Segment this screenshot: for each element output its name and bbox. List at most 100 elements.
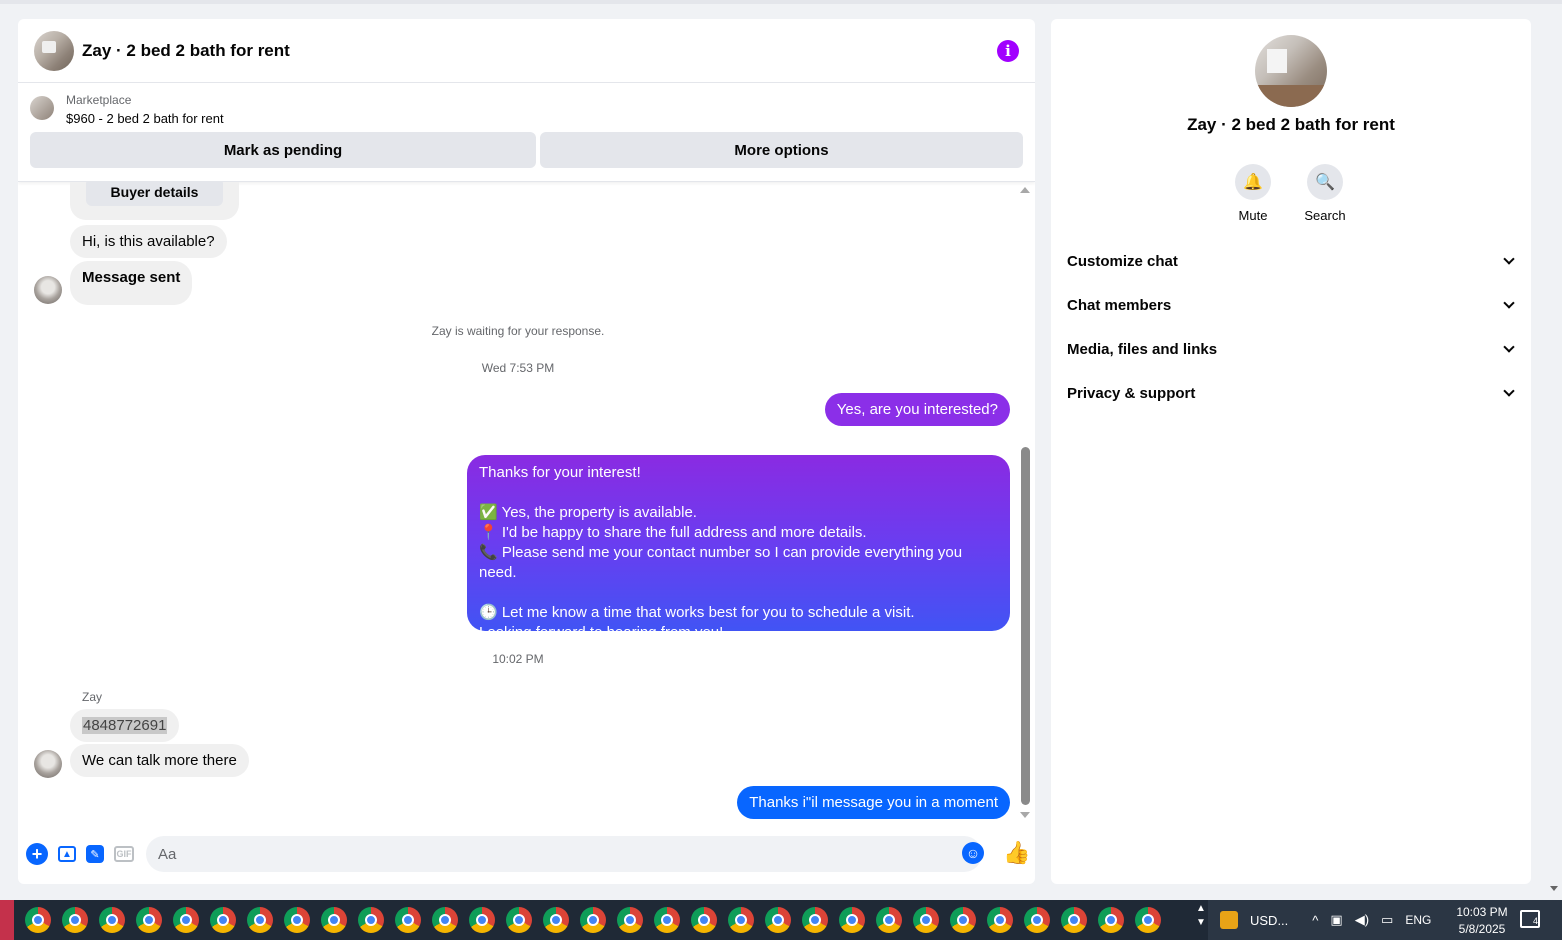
waiting-note: Zay is waiting for your response. [431,324,605,338]
browser-taskbar-icon[interactable] [1135,907,1161,933]
sender-name: Zay [82,690,103,704]
network-icon[interactable]: ▣ [1330,912,1342,928]
browser-taskbar-icon[interactable] [876,907,902,933]
notification-icon[interactable]: 4 [1520,910,1540,928]
chat-avatar[interactable] [34,30,74,71]
info-icon[interactable]: i [997,39,1019,62]
thumbs-up-icon[interactable]: 👍 [1003,840,1030,866]
browser-taskbar-icon[interactable] [765,907,791,933]
message-list[interactable]: Buyer details Hi, is this available? Mes… [18,182,1035,822]
mute-action[interactable]: 🔔 Mute [1223,164,1283,223]
listing-name[interactable]: $960 - 2 bed 2 bath for rent [66,111,224,126]
browser-taskbar-icon[interactable] [99,907,125,933]
taskbar-scroll-icon[interactable]: ▲ ▼ [1196,902,1206,930]
message-incoming[interactable]: 4848772691 [70,709,180,742]
message-line: ✅ Yes, the property is available. [479,504,697,521]
message-outgoing-long[interactable]: Thanks for your interest! ✅ Yes, the pro… [467,455,1010,641]
browser-taskbar-icon[interactable] [136,907,162,933]
browser-taskbar-icon[interactable] [1061,907,1087,933]
browser-taskbar-icon[interactable] [247,907,273,933]
more-options-button[interactable]: More options [540,132,1023,168]
browser-taskbar-icon[interactable] [469,907,495,933]
section-privacy-support[interactable]: Privacy & support [1067,371,1517,415]
start-app-icon[interactable] [0,900,14,940]
details-panel: Zay · 2 bed 2 bath for rent 🔔 Mute 🔍 Sea… [1051,19,1531,884]
browser-taskbar-icon[interactable] [987,907,1013,933]
browser-taskbar-icon[interactable] [358,907,384,933]
browser-taskbar-icon[interactable] [839,907,865,933]
search-action[interactable]: 🔍 Search [1295,164,1355,223]
listing-thumbnail[interactable] [30,96,54,120]
browser-taskbar-icon[interactable] [543,907,569,933]
clock-date: 5/8/2025 [1458,922,1506,936]
browser-taskbar-icon[interactable] [62,907,88,933]
page-scroll-down-arrow[interactable] [1550,886,1558,891]
browser-taskbar-icon[interactable] [913,907,939,933]
plus-icon[interactable]: + [26,843,48,865]
scroll-up-arrow[interactable] [1020,187,1030,193]
browser-taskbar-icon[interactable] [580,907,606,933]
chat-title[interactable]: Zay · 2 bed 2 bath for rent [82,41,290,61]
chat-header: Zay · 2 bed 2 bath for rent i [18,19,1035,83]
browser-taskbar-icon[interactable] [1024,907,1050,933]
message-outgoing[interactable]: Yes, are you interested? [824,393,1010,426]
browser-taskbar-icon[interactable] [284,907,310,933]
phone-number[interactable]: 4848772691 [82,717,168,734]
display-icon[interactable]: ▭ [1381,912,1393,928]
section-label: Customize chat [1067,252,1178,270]
sticker-icon[interactable]: ✎ [86,845,104,863]
browser-taskbar-icon[interactable] [321,907,347,933]
browser-taskbar-icon[interactable] [728,907,754,933]
photo-icon[interactable]: ▲ [58,846,76,862]
message-incoming[interactable]: Message sent [70,261,193,305]
volume-icon[interactable]: ◀) [1355,912,1369,928]
browser-taskbar-icon[interactable] [395,907,421,933]
clock-time: 10:03 PM [1456,905,1508,919]
message-incoming[interactable]: Hi, is this available? [70,225,227,258]
section-customize-chat[interactable]: Customize chat [1067,239,1517,283]
message-incoming[interactable]: We can talk more there [70,744,249,777]
sender-avatar[interactable] [34,276,62,304]
section-label: Media, files and links [1067,340,1218,358]
browser-taskbar-icon[interactable] [432,907,458,933]
search-label: Search [1304,208,1346,223]
gif-icon[interactable]: GIF [114,846,134,862]
sender-avatar[interactable] [34,750,62,778]
scrollbar-thumb[interactable] [1021,447,1030,805]
chevron-down-icon [1503,341,1515,353]
chevron-down-icon [1503,253,1515,265]
mute-label: Mute [1238,208,1268,223]
mark-as-pending-button[interactable]: Mark as pending [30,132,536,168]
section-label: Chat members [1067,296,1172,314]
section-media-files-links[interactable]: Media, files and links [1067,327,1517,371]
message-line: Looking forward to hearing from you! [479,624,724,641]
browser-taskbar-icon[interactable] [1098,907,1124,933]
conversation-avatar[interactable] [1255,35,1327,107]
browser-taskbar-icon[interactable] [617,907,643,933]
currency-app-icon[interactable] [1220,911,1238,929]
message-outgoing[interactable]: Thanks i"il message you in a moment [737,786,1010,819]
search-icon[interactable]: 🔍 [1307,164,1343,200]
section-chat-members[interactable]: Chat members [1067,283,1517,327]
message-input[interactable] [146,836,982,872]
timestamp: 10:02 PM [492,652,544,666]
clock[interactable]: 10:03 PM 5/8/2025 [1452,904,1512,938]
browser-taskbar-icon[interactable] [691,907,717,933]
listing-kicker: Marketplace [66,93,132,107]
browser-taskbar-icon[interactable] [506,907,532,933]
scroll-down-arrow[interactable] [1020,812,1030,818]
browser-taskbar-icon[interactable] [210,907,236,933]
bell-icon[interactable]: 🔔 [1235,164,1271,200]
browser-taskbar-icon[interactable] [173,907,199,933]
browser-taskbar-icon[interactable] [950,907,976,933]
conversation-title: Zay · 2 bed 2 bath for rent [1187,115,1395,134]
emoji-icon[interactable]: ☺ [962,842,984,864]
browser-taskbar-icon[interactable] [25,907,51,933]
browser-taskbar-icon[interactable] [802,907,828,933]
chevron-up-icon[interactable]: ^ [1312,913,1318,928]
browser-taskbar-icon[interactable] [654,907,680,933]
language-indicator[interactable]: ENG [1405,913,1431,927]
tray-label[interactable]: USD... [1250,913,1288,928]
buyer-details-button[interactable]: Buyer details [86,182,223,206]
marketplace-listing: Marketplace $960 - 2 bed 2 bath for rent… [18,83,1035,182]
